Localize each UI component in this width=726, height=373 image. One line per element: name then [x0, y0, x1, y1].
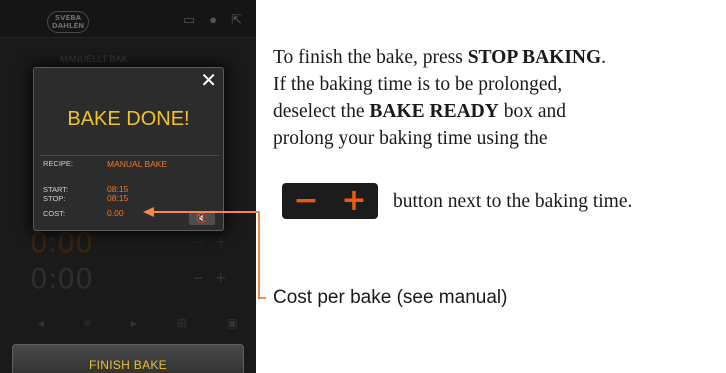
plus-icon: + [341, 183, 367, 218]
minus-icon: − [293, 183, 319, 218]
instruction-line-4: prolong your baking time using the [273, 128, 548, 149]
stop-baking-term: STOP BAKING [467, 47, 602, 68]
bake-ready-term: BAKE READY [369, 101, 499, 122]
cost-note: Cost per bake (see manual) [273, 287, 508, 308]
arrow-head-icon [143, 207, 154, 217]
instruction-line-1: To finish the bake, press STOP BAKING. [273, 47, 607, 68]
instructions: To finish the bake, press STOP BAKING. I… [273, 44, 723, 152]
instruction-line-5: button next to the baking time. [393, 191, 633, 212]
minus-plus-button-image: − + [282, 183, 378, 219]
instruction-line-3: deselect the BAKE READY box and [273, 101, 567, 122]
pointer-line [150, 211, 266, 299]
instruction-line-2: If the baking time is to be prolonged, [273, 74, 563, 95]
